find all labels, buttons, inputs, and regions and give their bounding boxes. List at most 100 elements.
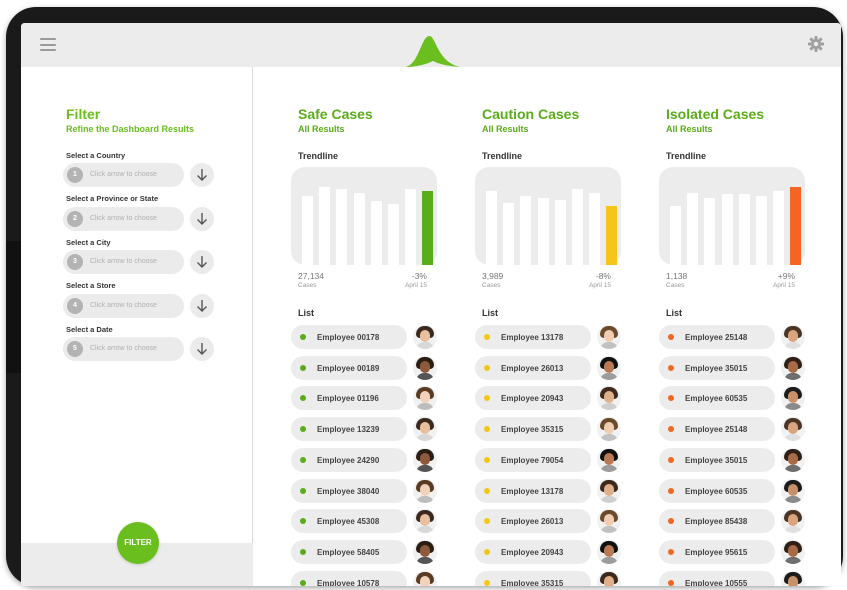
store-arrow-button[interactable] [190,294,214,318]
country-select[interactable]: 1 Click arrow to choose [63,163,184,187]
employee-item[interactable]: Employee 13178 [475,478,591,503]
app-screen: Filter Refine the Dashboard Results Sele… [21,23,841,586]
avatar[interactable] [597,478,621,503]
employee-name: Employee 00178 [317,333,380,342]
avatar[interactable] [781,386,805,411]
employee-item[interactable]: Employee 45308 [291,509,407,534]
avatar[interactable] [781,478,805,503]
date-arrow-button[interactable] [190,337,214,361]
status-dot [300,364,306,371]
trend-bar [503,203,515,265]
avatar[interactable] [597,325,621,349]
province-label: Select a Province or State [66,194,159,203]
avatar[interactable] [781,417,805,442]
avatar[interactable] [413,447,437,472]
status-dot [668,334,674,340]
avatar[interactable] [413,325,437,349]
avatar[interactable] [781,570,805,586]
province-arrow-button[interactable] [190,207,214,231]
avatar[interactable] [597,509,621,534]
employee-item[interactable]: Employee 60535 [659,386,775,411]
employee-item[interactable]: Employee 00178 [291,325,407,349]
employee-item[interactable]: Employee 25148 [659,417,775,442]
avatar[interactable] [413,417,437,442]
employee-item[interactable]: Employee 20943 [475,539,591,564]
status-dot [484,487,490,494]
list-label: List [482,308,499,318]
filter-button[interactable]: FILTER [117,522,159,564]
avatar[interactable] [413,386,437,411]
employee-item[interactable]: Employee 58405 [291,539,407,564]
avatar[interactable] [597,570,621,586]
employee-item[interactable]: Employee 95615 [659,539,775,564]
employee-item[interactable]: Employee 01196 [291,386,407,411]
employee-item[interactable]: Employee 24290 [291,447,407,472]
employee-item[interactable]: Employee 20943 [475,386,591,411]
avatar[interactable] [781,355,805,380]
select-placeholder: Click arrow to choose [90,258,157,265]
employee-item[interactable]: Employee 35015 [659,447,775,472]
employee-item[interactable]: Employee 00189 [291,355,407,380]
select-placeholder: Click arrow to choose [90,345,157,352]
avatar[interactable] [597,355,621,380]
store-select[interactable]: 4 Click arrow to choose [63,294,184,318]
select-placeholder: Click arrow to choose [90,171,157,178]
status-dot [668,548,674,555]
country-arrow-button[interactable] [190,163,214,187]
avatar[interactable] [413,355,437,380]
employee-item[interactable]: Employee 38040 [291,478,407,503]
employee-name: Employee 35015 [685,363,748,373]
avatar[interactable] [597,447,621,472]
employee-item[interactable]: Employee 35315 [475,570,591,586]
status-dot [300,548,306,555]
employee-item[interactable]: Employee 10555 [659,570,775,586]
employee-item[interactable]: Employee 85438 [659,509,775,534]
employee-name: Employee 35015 [685,455,748,465]
city-arrow-button[interactable] [190,250,214,274]
avatar[interactable] [781,447,805,472]
city-select[interactable]: 3 Click arrow to choose [63,250,184,274]
trend-date: April 15 [404,282,427,289]
employee-item[interactable]: Employee 35015 [659,355,775,380]
trendline-label: Trendline [666,151,707,161]
avatar[interactable] [597,417,621,442]
employee-item[interactable]: Employee 10578 [291,570,407,586]
trend-bar [405,189,417,265]
employee-item[interactable]: Employee 13178 [475,325,591,349]
employee-item[interactable]: Employee 79054 [475,447,591,472]
menu-icon[interactable] [40,38,56,51]
trend-date: April 15 [588,282,611,289]
employee-name: Employee 10555 [685,578,748,586]
avatar[interactable] [781,325,805,349]
avatar[interactable] [413,509,437,534]
column-title: Isolated Cases [666,106,765,122]
employee-item[interactable]: Employee 13239 [291,417,407,442]
employee-item[interactable]: Employee 26013 [475,509,591,534]
employee-item[interactable]: Employee 60535 [659,478,775,503]
column-subtitle: All Results [298,124,345,134]
employee-item[interactable]: Employee 26013 [475,355,591,380]
caution-cases-column: Caution Cases All Results Trendline 3,98… [475,23,635,586]
employee-item[interactable]: Employee 35315 [475,417,591,442]
arrow-down-icon [197,256,207,268]
trendline-chart [291,167,437,265]
province-select[interactable]: 2 Click arrow to choose [63,207,184,231]
date-select[interactable]: 5 Click arrow to choose [63,337,184,361]
avatar[interactable] [413,570,437,586]
trendline-chart [659,167,805,265]
avatar[interactable] [413,539,437,564]
avatar-face [420,483,430,496]
status-dot [668,364,674,371]
avatar-face [604,360,614,373]
trend-bar [319,187,331,265]
avatar-face [604,544,614,557]
avatar[interactable] [597,386,621,411]
avatar[interactable] [781,539,805,564]
status-dot [484,364,490,371]
avatar[interactable] [597,539,621,564]
avatar[interactable] [413,478,437,503]
employee-item[interactable]: Employee 25148 [659,325,775,349]
trend-bar [336,189,348,265]
avatar[interactable] [781,509,805,534]
avatar-body [784,342,802,349]
